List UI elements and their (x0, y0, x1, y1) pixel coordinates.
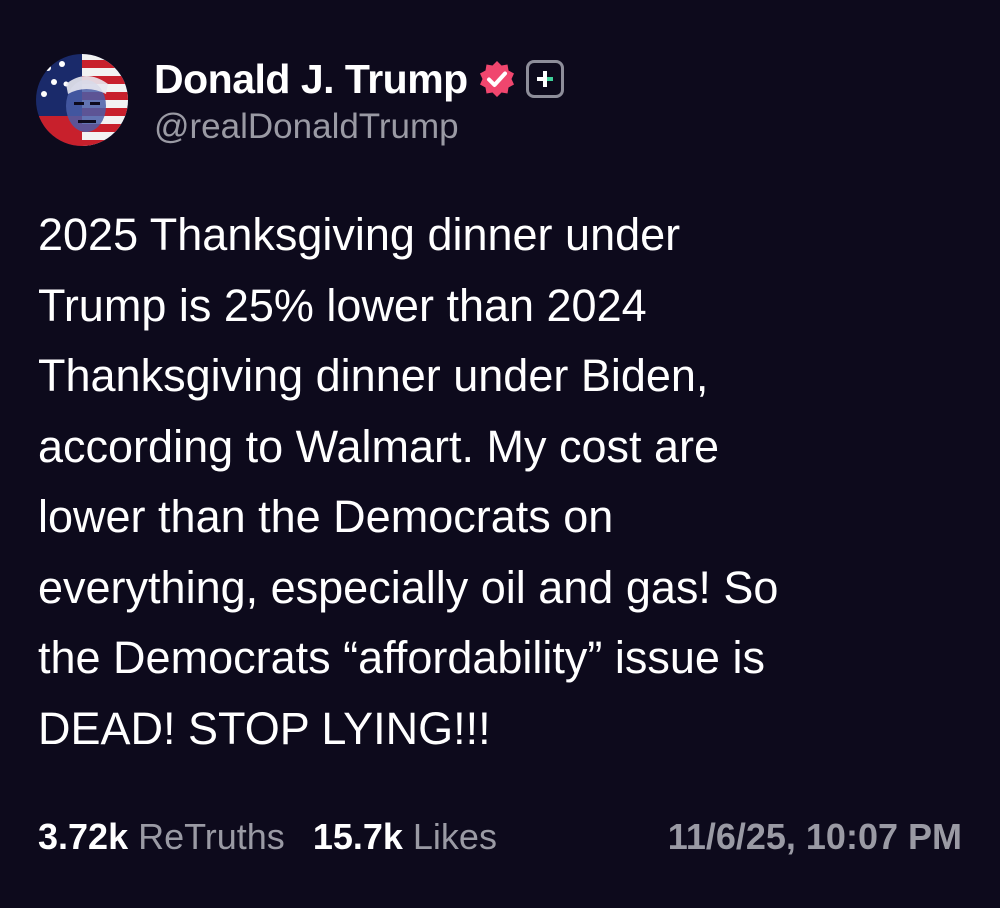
likes-count: 15.7k (312, 816, 403, 857)
avatar[interactable] (36, 54, 128, 146)
name-row: Donald J. Trump (154, 53, 564, 105)
retruths-count: 3.72k (38, 816, 129, 857)
author-handle[interactable]: @realDonaldTrump (154, 107, 564, 147)
post-text: 2025 Thanksgiving dinner under Trump is … (38, 209, 779, 754)
plus-icon[interactable] (525, 60, 564, 98)
verified-badge-icon (478, 60, 516, 98)
post-timestamp[interactable]: 11/6/25, 10:07 PM (668, 816, 962, 858)
truth-post: Donald J. Trump @realDonaldTrump 2025 Th… (0, 0, 1000, 908)
author-display-name[interactable]: Donald J. Trump (154, 56, 468, 103)
likes-stat[interactable]: 15.7k Likes (313, 816, 497, 858)
author-identity: Donald J. Trump @realDonaldTrump (154, 53, 564, 147)
post-stats: 3.72k ReTruths 15.7k Likes 11/6/25, 10:0… (38, 812, 968, 862)
post-header: Donald J. Trump @realDonaldTrump (36, 50, 564, 150)
avatar-image (36, 54, 128, 146)
retruths-label: ReTruths (138, 816, 285, 857)
likes-label: Likes (412, 816, 497, 857)
retruths-stat[interactable]: 3.72k ReTruths (38, 816, 285, 858)
